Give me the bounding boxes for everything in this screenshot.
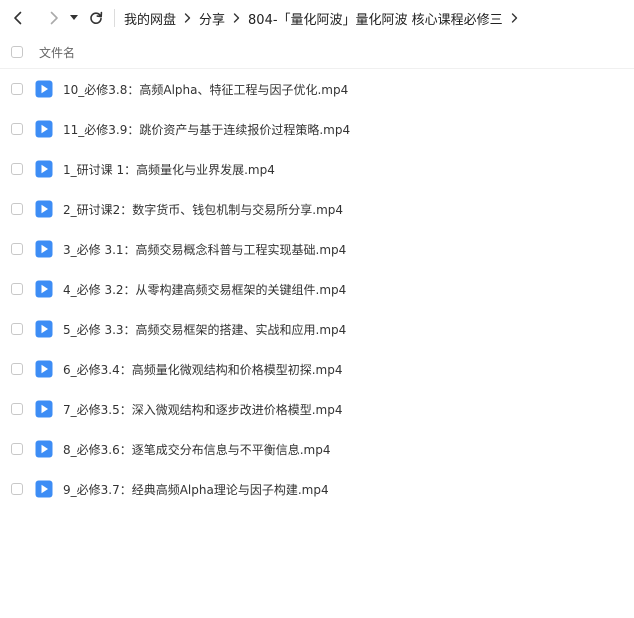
file-checkbox[interactable] — [11, 163, 23, 175]
video-file-icon — [35, 120, 53, 138]
file-name[interactable]: 7_必修3.5：深入微观结构和逐步改进价格模型.mp4 — [63, 401, 342, 418]
breadcrumb-item-current-folder[interactable]: 804-「量化阿波」量化阿波 核心课程必修三 — [248, 9, 503, 28]
file-name[interactable]: 5_必修 3.3：高频交易框架的搭建、实战和应用.mp4 — [63, 321, 346, 338]
file-name[interactable]: 2_研讨课2：数字货币、钱包机制与交易所分享.mp4 — [63, 201, 343, 218]
file-name[interactable]: 1_研讨课 1：高频量化与业界发展.mp4 — [63, 161, 275, 178]
file-checkbox[interactable] — [11, 243, 23, 255]
breadcrumb-item-share[interactable]: 分享 — [199, 9, 225, 28]
breadcrumb: 我的网盘 分享 804-「量化阿波」量化阿波 核心课程必修三 — [124, 9, 526, 28]
file-checkbox[interactable] — [11, 483, 23, 495]
video-file-icon — [35, 320, 53, 338]
video-file-icon — [35, 440, 53, 458]
toolbar: 我的网盘 分享 804-「量化阿波」量化阿波 核心课程必修三 — [0, 0, 634, 36]
file-name[interactable]: 4_必修 3.2：从零构建高频交易框架的关键组件.mp4 — [63, 281, 346, 298]
file-row[interactable]: 2_研讨课2：数字货币、钱包机制与交易所分享.mp4 — [0, 189, 634, 229]
video-file-icon — [35, 200, 53, 218]
file-checkbox[interactable] — [11, 123, 23, 135]
video-file-icon — [35, 480, 53, 498]
refresh-icon — [90, 11, 103, 24]
file-checkbox[interactable] — [11, 443, 23, 455]
forward-button[interactable] — [42, 6, 66, 30]
file-row[interactable]: 4_必修 3.2：从零构建高频交易框架的关键组件.mp4 — [0, 269, 634, 309]
file-checkbox[interactable] — [11, 363, 23, 375]
file-row[interactable]: 10_必修3.8：高频Alpha、特征工程与因子优化.mp4 — [0, 69, 634, 109]
back-button[interactable] — [6, 6, 30, 30]
caret-down-icon — [70, 15, 78, 20]
select-all-checkbox[interactable] — [11, 46, 23, 58]
file-name[interactable]: 9_必修3.7：经典高频Alpha理论与因子构建.mp4 — [63, 481, 329, 498]
file-checkbox[interactable] — [11, 323, 23, 335]
file-list: 10_必修3.8：高频Alpha、特征工程与因子优化.mp4 11_必修3.9：… — [0, 69, 634, 509]
file-checkbox[interactable] — [11, 403, 23, 415]
file-row[interactable]: 9_必修3.7：经典高频Alpha理论与因子构建.mp4 — [0, 469, 634, 509]
column-header-filename[interactable]: 文件名 — [39, 44, 75, 61]
file-checkbox[interactable] — [11, 83, 23, 95]
video-file-icon — [35, 80, 53, 98]
file-name[interactable]: 8_必修3.6：逐笔成交分布信息与不平衡信息.mp4 — [63, 441, 330, 458]
file-row[interactable]: 7_必修3.5：深入微观结构和逐步改进价格模型.mp4 — [0, 389, 634, 429]
chevron-left-icon — [14, 11, 22, 25]
file-row[interactable]: 8_必修3.6：逐笔成交分布信息与不平衡信息.mp4 — [0, 429, 634, 469]
file-name[interactable]: 3_必修 3.1：高频交易概念科普与工程实现基础.mp4 — [63, 241, 346, 258]
file-checkbox[interactable] — [11, 203, 23, 215]
file-row[interactable]: 11_必修3.9：跳价资产与基于连续报价过程策略.mp4 — [0, 109, 634, 149]
file-name[interactable]: 11_必修3.9：跳价资产与基于连续报价过程策略.mp4 — [63, 121, 350, 138]
video-file-icon — [35, 280, 53, 298]
video-file-icon — [35, 240, 53, 258]
chevron-right-icon — [511, 13, 518, 23]
file-row[interactable]: 3_必修 3.1：高频交易概念科普与工程实现基础.mp4 — [0, 229, 634, 269]
file-row[interactable]: 5_必修 3.3：高频交易框架的搭建、实战和应用.mp4 — [0, 309, 634, 349]
video-file-icon — [35, 360, 53, 378]
file-name[interactable]: 10_必修3.8：高频Alpha、特征工程与因子优化.mp4 — [63, 81, 348, 98]
chevron-right-icon — [50, 11, 58, 25]
file-list-header: 文件名 — [0, 36, 634, 69]
chevron-right-icon — [184, 13, 191, 23]
video-file-icon — [35, 400, 53, 418]
file-row[interactable]: 1_研讨课 1：高频量化与业界发展.mp4 — [0, 149, 634, 189]
file-checkbox[interactable] — [11, 283, 23, 295]
file-name[interactable]: 6_必修3.4：高频量化微观结构和价格模型初探.mp4 — [63, 361, 342, 378]
file-row[interactable]: 6_必修3.4：高频量化微观结构和价格模型初探.mp4 — [0, 349, 634, 389]
toolbar-divider — [114, 9, 115, 27]
chevron-right-icon — [233, 13, 240, 23]
video-file-icon — [35, 160, 53, 178]
breadcrumb-item-my-drive[interactable]: 我的网盘 — [124, 9, 176, 28]
refresh-button[interactable] — [84, 6, 108, 30]
history-dropdown-button[interactable] — [68, 6, 80, 30]
